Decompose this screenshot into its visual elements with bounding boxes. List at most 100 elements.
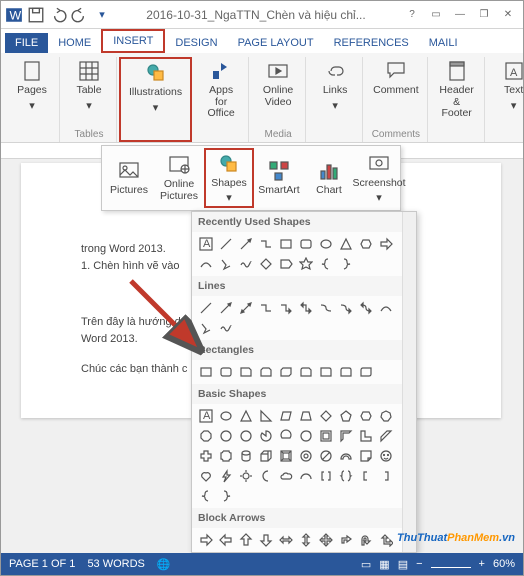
redo-icon[interactable] [71,6,89,24]
shape-pentagon-arrow[interactable] [337,551,355,552]
word-count[interactable]: 53 WORDS [87,558,144,570]
shape-textbox[interactable]: A [197,407,215,425]
shape-leftup-arrow[interactable] [377,531,395,549]
shape-notched-arrow[interactable] [317,551,335,552]
shape-down-arrow[interactable] [257,531,275,549]
shape-curved-right[interactable] [217,551,235,552]
shape-elbow-double[interactable] [297,299,315,317]
shape-teardrop[interactable] [297,427,315,445]
shape-round1[interactable] [317,363,335,381]
shape-scribble[interactable] [217,319,235,337]
page-indicator[interactable]: PAGE 1 OF 1 [9,558,75,570]
shape-bevel[interactable] [277,447,295,465]
shape-callout-right[interactable] [377,551,395,552]
zoom-slider[interactable] [431,567,471,568]
shape-uturn-arrow[interactable] [357,531,375,549]
shape-round2same[interactable] [337,363,355,381]
shape-curved-double[interactable] [357,299,375,317]
shape-right-bracket[interactable] [377,467,395,485]
video-button[interactable]: Online Video [257,57,299,110]
tab-file[interactable]: FILE [5,33,48,53]
save-icon[interactable] [27,6,45,24]
ribbon-display-icon[interactable]: ▭ [425,6,447,24]
shape-can[interactable] [237,447,255,465]
shape-left-arrow[interactable] [217,531,235,549]
shape-scribble[interactable] [237,255,255,273]
shape-moon[interactable] [257,467,275,485]
shape-curved-down[interactable] [277,551,295,552]
shape-elbow[interactable] [257,235,275,253]
shape-curve[interactable] [377,299,395,317]
shape-curve[interactable] [197,255,215,273]
shape-triangle[interactable] [237,407,255,425]
shape-diamond[interactable] [317,407,335,425]
shape-nosymbol[interactable] [317,447,335,465]
shape-curved-arrow[interactable] [337,299,355,317]
shapes-button[interactable]: Shapes▾ [204,148,254,209]
tab-references[interactable]: REFERENCES [324,33,419,53]
tab-mailings[interactable]: MAILI [419,33,468,53]
shape-star5[interactable] [297,255,315,273]
shape-cloud[interactable] [277,467,295,485]
zoom-in[interactable]: + [479,558,485,570]
shape-oval[interactable] [217,407,235,425]
language-indicator[interactable]: 🌐 [157,558,171,571]
smartart-button[interactable]: SmartArt [254,157,304,199]
shape-half-frame[interactable] [337,427,355,445]
table-button[interactable]: Table▾ [68,57,110,114]
tab-insert[interactable]: INSERT [101,29,165,53]
tab-page-layout[interactable]: PAGE LAYOUT [228,33,324,53]
shape-right-brace[interactable] [337,255,355,273]
shape-hexagon[interactable] [357,235,375,253]
shape-plus[interactable] [197,447,215,465]
shape-octagon[interactable] [197,427,215,445]
shape-up-arrow[interactable] [237,531,255,549]
tab-design[interactable]: DESIGN [165,33,227,53]
shape-rect[interactable] [277,235,295,253]
shape-arrow-line[interactable] [217,299,235,317]
text-button[interactable]: AText▾ [493,57,524,114]
shape-freeform[interactable] [197,319,215,337]
shape-pie[interactable] [257,427,275,445]
shape-blockarc[interactable] [337,447,355,465]
shape-heptagon[interactable] [377,407,395,425]
shape-snip1[interactable] [237,363,255,381]
illustrations-button[interactable]: Illustrations▾ [127,59,184,116]
shape-foldedcorner[interactable] [357,447,375,465]
shape-freeform[interactable] [217,255,235,273]
shape-snip2diag[interactable] [277,363,295,381]
restore-icon[interactable]: ❐ [473,6,495,24]
zoom-level[interactable]: 60% [493,558,515,570]
shape-sun[interactable] [237,467,255,485]
zoom-out[interactable]: − [416,558,422,570]
shape-striped-arrow[interactable] [297,551,315,552]
shape-diagstripe[interactable] [377,427,395,445]
shape-dodecagon[interactable] [237,427,255,445]
tab-home[interactable]: HOME [48,33,101,53]
pages-button[interactable]: Pages▾ [11,57,53,114]
help-icon[interactable]: ? [401,6,423,24]
shape-leftright-arrow[interactable] [277,531,295,549]
links-button[interactable]: Links▾ [314,57,356,114]
shape-heart[interactable] [197,467,215,485]
shape-line[interactable] [217,235,235,253]
minimize-icon[interactable]: ― [449,6,471,24]
screenshot-button[interactable]: Screenshot▾ [354,150,404,207]
shape-curved-conn[interactable] [317,299,335,317]
shape-updown-arrow[interactable] [297,531,315,549]
shape-donut[interactable] [297,447,315,465]
shape-l[interactable] [357,427,375,445]
shape-left-brace[interactable] [197,487,215,505]
shape-pentagon5[interactable] [337,407,355,425]
shape-curved-left[interactable] [237,551,255,552]
shape-double-bracket[interactable] [317,467,335,485]
shape-snip2[interactable] [257,363,275,381]
shape-bentup-arrow[interactable] [197,551,215,552]
header-footer-button[interactable]: Header & Footer [436,57,478,122]
shape-smiley[interactable] [377,447,395,465]
view-print-icon[interactable]: ▦ [379,558,389,571]
shape-chevron[interactable] [357,551,375,552]
shape-textbox[interactable]: A [197,235,215,253]
shape-cube[interactable] [257,447,275,465]
shape-roundrect[interactable] [217,363,235,381]
